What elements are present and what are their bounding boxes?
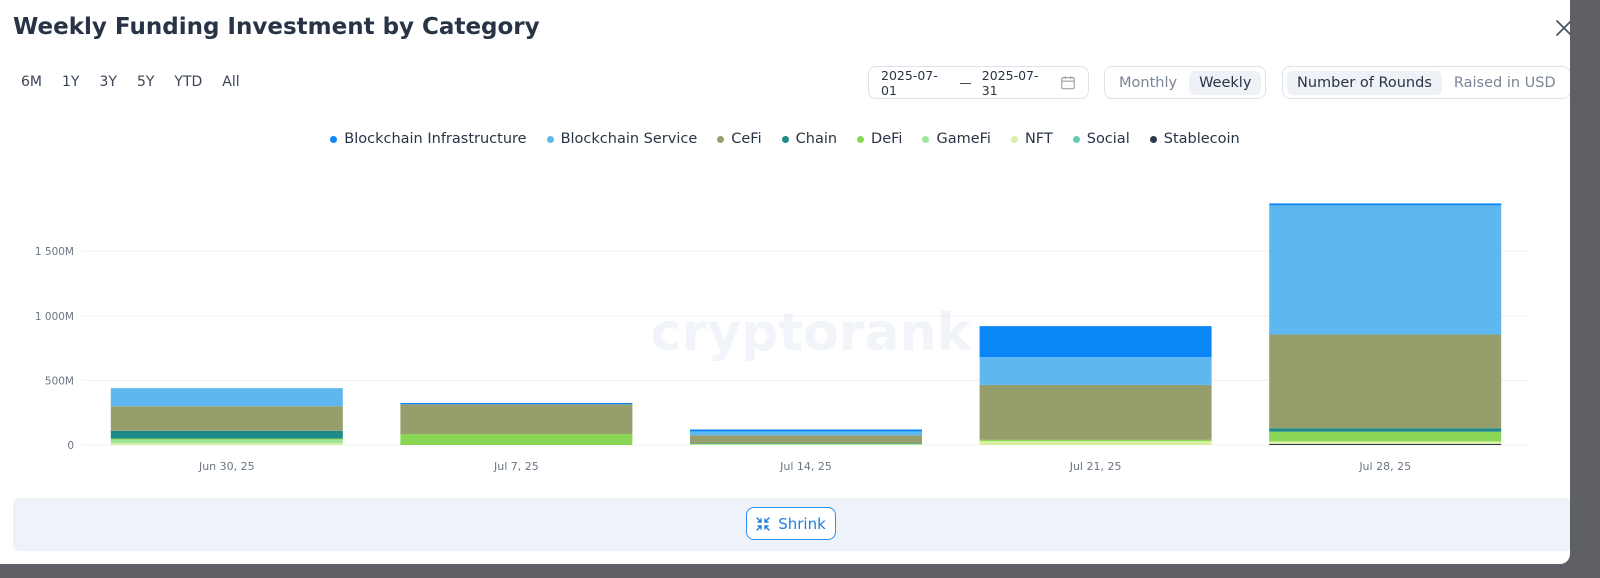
legend-label: NFT (1024, 131, 1053, 147)
range-selector: 6M 1Y 3Y 5Y YTD All (12, 72, 250, 92)
bar-segment-blockchain-infrastructure (690, 429, 922, 432)
legend-item-chain[interactable]: Chain (781, 131, 838, 147)
bar-segment-cefi (979, 384, 1212, 440)
bar-segment-blockchain-service (1269, 205, 1502, 335)
bar-segment-blockchain-service (979, 357, 1212, 385)
legend-dot (717, 135, 725, 143)
legend-item-gamefi[interactable]: GameFi (922, 131, 991, 147)
bar-segment-cefi (1269, 334, 1502, 429)
bar-segment-blockchain-infrastructure (1269, 203, 1502, 206)
legend-dot (857, 135, 865, 143)
legend-dot (330, 135, 338, 143)
y-tick-label: 1 500M (35, 246, 74, 258)
bar-segment-defi (400, 434, 633, 445)
metric-rounds-button[interactable]: Number of Rounds (1287, 70, 1442, 95)
bar-segment-cefi (400, 404, 633, 435)
legend-label: Stablecoin (1163, 131, 1240, 147)
shrink-button[interactable]: Shrink (746, 507, 836, 540)
date-start: 2025-07-01 (881, 67, 938, 98)
watermark-text: cryptorank (651, 303, 973, 363)
calendar-icon[interactable] (1060, 74, 1076, 91)
bar-segment-defi (110, 438, 343, 440)
legend-label: Social (1086, 131, 1130, 147)
legend-item-social[interactable]: Social (1072, 131, 1130, 147)
date-separator: — (959, 75, 972, 90)
legend-item-nft[interactable]: NFT (1010, 131, 1053, 147)
range-3y-button[interactable]: 3Y (89, 72, 126, 92)
x-tick-label: Jul 7, 25 (493, 460, 539, 473)
bar-segment-chain (1269, 428, 1502, 432)
period-toggle: Monthly Weekly (1104, 66, 1267, 99)
bar-segment-nft (690, 444, 922, 445)
legend-label: GameFi (936, 131, 991, 147)
bar-segment-gamefi (110, 439, 343, 444)
bar-segment-blockchain-service (690, 431, 922, 436)
legend-dot (922, 135, 930, 143)
bar-segment-blockchain-infrastructure (400, 403, 633, 405)
legend-label: Chain (795, 131, 838, 147)
range-ytd-button[interactable]: YTD (164, 72, 212, 92)
range-5y-button[interactable]: 5Y (127, 72, 164, 92)
bar-segment-defi (690, 443, 922, 445)
legend-label: DeFi (871, 131, 903, 147)
legend-dot (546, 135, 554, 143)
bar-segment-nft (979, 441, 1212, 445)
range-6m-button[interactable]: 6M (12, 72, 52, 92)
legend-item-defi[interactable]: DeFi (857, 131, 902, 147)
range-all-button[interactable]: All (212, 72, 249, 92)
legend-label: Blockchain Infrastructure (344, 131, 527, 147)
bar-segment-cefi (110, 406, 343, 431)
date-end: 2025-07-31 (981, 67, 1039, 98)
bar-segment-nft (110, 443, 343, 445)
metric-usd-button[interactable]: Raised in USD (1444, 71, 1566, 95)
bar-segment-chain (690, 443, 922, 444)
legend-item-blockchain-infrastructure[interactable]: Blockchain Infrastructure (330, 131, 527, 147)
bar-segment-stablecoin (1269, 443, 1502, 445)
legend-item-stablecoin[interactable]: Stablecoin (1149, 131, 1240, 147)
legend-label: Blockchain Service (560, 131, 698, 147)
date-range-picker[interactable]: 2025-07-01 — 2025-07-31 (868, 66, 1089, 99)
chart-modal: Weekly Funding Investment by Category 6M… (0, 0, 1572, 564)
shrink-label: Shrink (778, 514, 826, 533)
legend-dot (1072, 135, 1080, 143)
y-tick-label: 500M (45, 375, 74, 387)
x-tick-label: Jul 28, 25 (1358, 460, 1411, 473)
x-tick-label: Jul 21, 25 (1069, 460, 1122, 473)
legend-dot (781, 135, 789, 143)
bar-segment-blockchain-infrastructure (979, 326, 1212, 358)
bar-segment-defi (1269, 431, 1502, 442)
shrink-arrows-icon (756, 516, 770, 531)
x-tick-label: Jun 30, 25 (198, 460, 255, 473)
legend-item-cefi[interactable]: CeFi (717, 131, 762, 147)
legend-dot (1010, 135, 1018, 143)
y-tick-label: 1 000M (35, 311, 74, 323)
chart-legend: Blockchain Infrastructure Blockchain Serv… (0, 131, 1570, 147)
legend-label: CeFi (731, 131, 762, 147)
legend-item-blockchain-service[interactable]: Blockchain Service (546, 131, 698, 147)
chart-footer: Shrink (13, 498, 1572, 551)
x-tick-label: Jul 14, 25 (779, 460, 832, 473)
bar-segment-cefi (690, 435, 922, 444)
range-1y-button[interactable]: 1Y (52, 72, 89, 92)
bar-segment-chain (110, 430, 343, 439)
period-monthly-button[interactable]: Monthly (1109, 71, 1187, 95)
window-frame-edge (1570, 0, 1600, 578)
bar-segment-defi (979, 439, 1212, 442)
period-weekly-button[interactable]: Weekly (1189, 70, 1262, 95)
legend-dot (1149, 135, 1157, 143)
bar-segment-nft (1269, 441, 1502, 444)
metric-toggle: Number of Rounds Raised in USD (1282, 66, 1571, 99)
bar-segment-blockchain-service (110, 388, 343, 407)
page-title: Weekly Funding Investment by Category (13, 14, 540, 40)
y-tick-label: 0 (67, 440, 74, 452)
stacked-bar-chart: cryptorank 0 500M 1 000M 1 500M Jun 30, 25 Jul… (35, 203, 1530, 473)
